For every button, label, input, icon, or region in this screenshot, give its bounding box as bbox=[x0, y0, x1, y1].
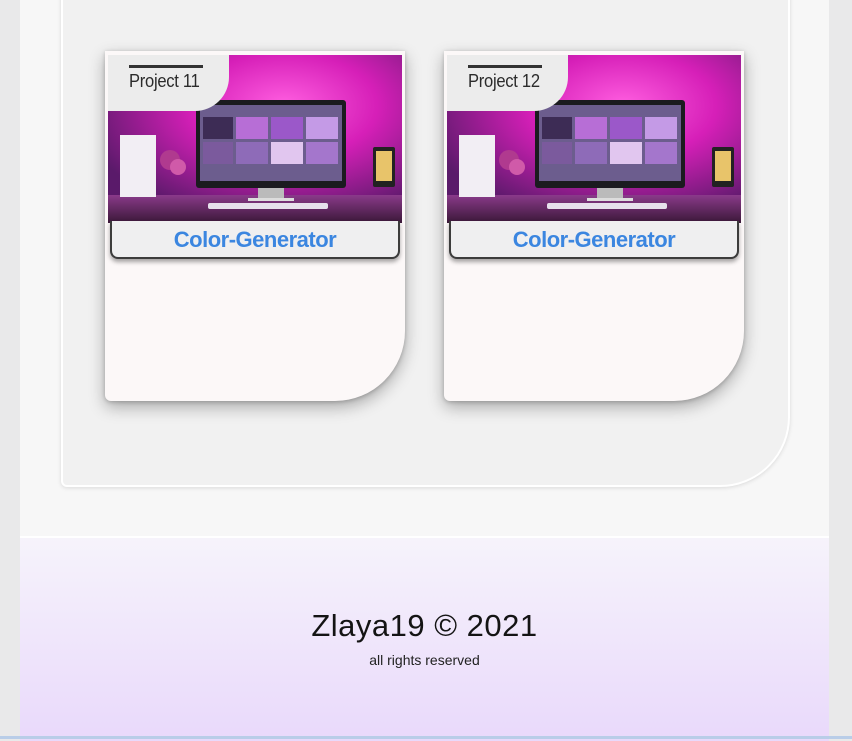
project-card[interactable]: Project 12 Color-Generator bbox=[444, 51, 744, 401]
project-label-text: Project 11 bbox=[129, 71, 200, 91]
project-label-text: Project 12 bbox=[468, 71, 540, 91]
project-label: Project 12 bbox=[447, 55, 568, 111]
label-bar bbox=[468, 65, 542, 68]
footer-copyright: Zlaya19 © 2021 bbox=[311, 608, 538, 643]
project-title-link[interactable]: Color-Generator bbox=[449, 221, 739, 259]
footer: Zlaya19 © 2021 all rights reserved bbox=[20, 536, 829, 741]
project-card[interactable]: Project 11 Color-Generator bbox=[105, 51, 405, 401]
label-bar bbox=[129, 65, 203, 68]
project-label: Project 11 bbox=[108, 55, 229, 111]
project-title-link[interactable]: Color-Generator bbox=[110, 221, 400, 259]
footer-rights: all rights reserved bbox=[369, 652, 480, 668]
